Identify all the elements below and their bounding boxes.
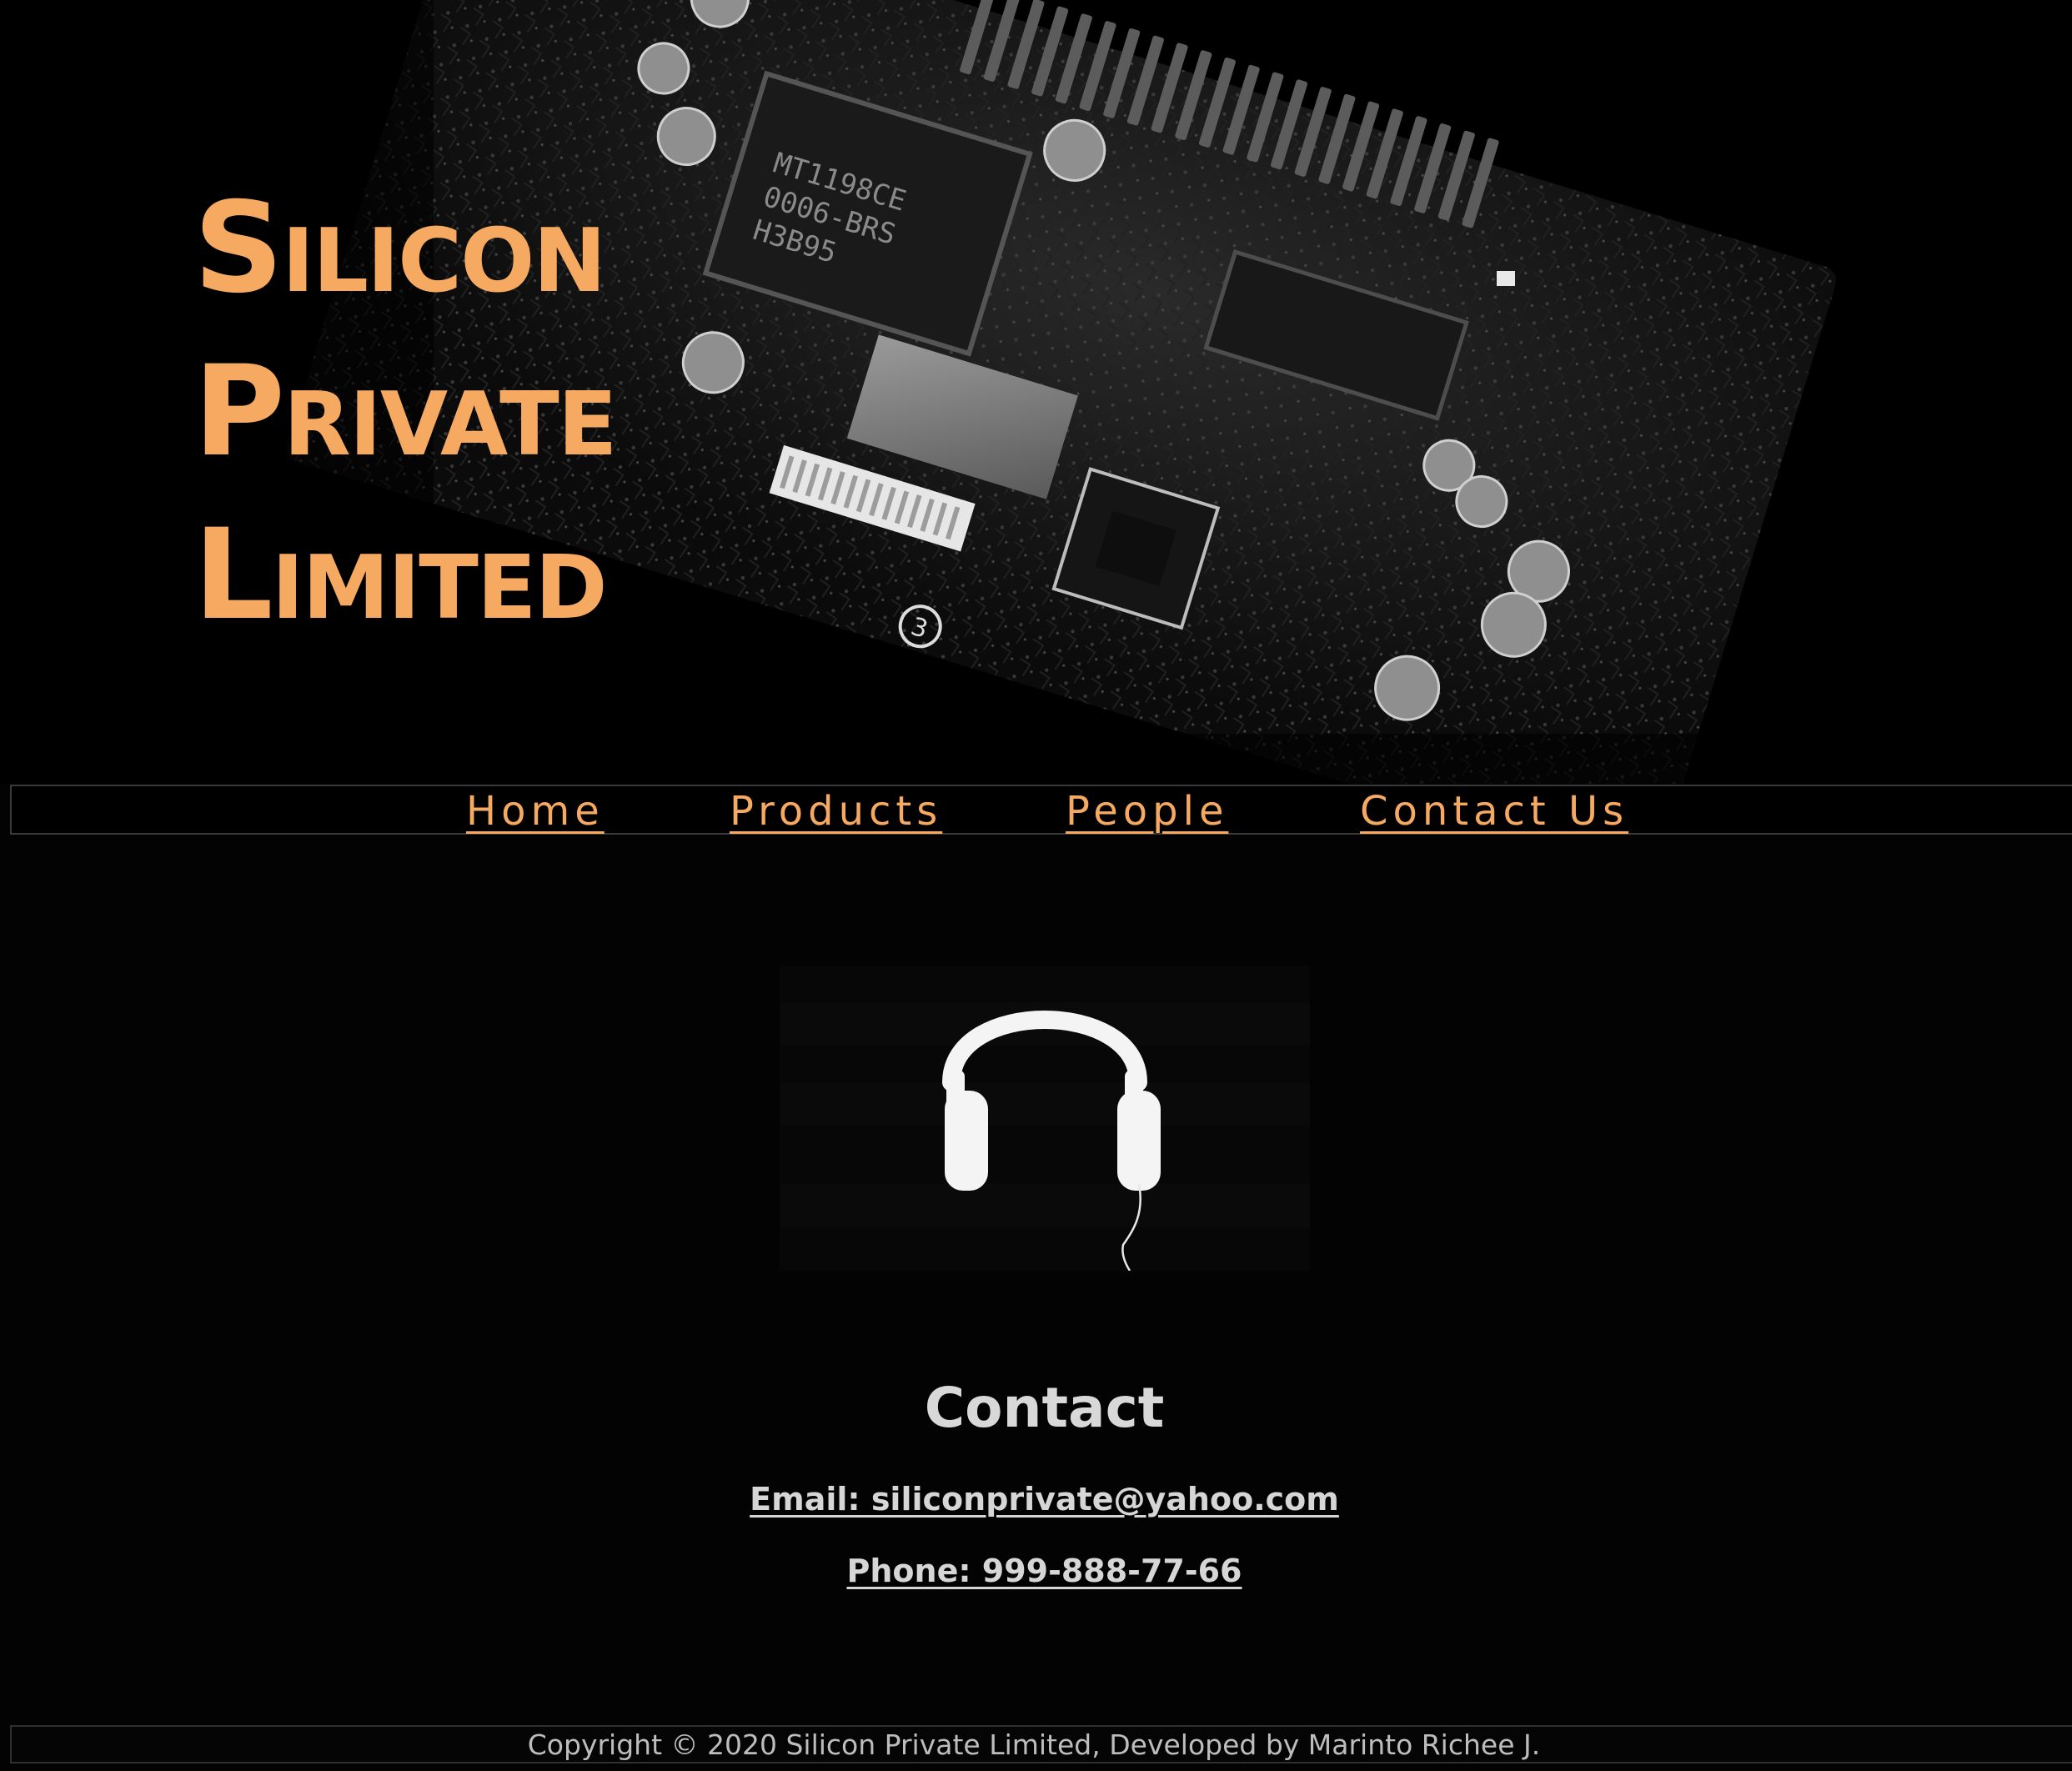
phone-line: Phone: 999-888-77-66 xyxy=(0,1549,2072,1593)
headphones-icon xyxy=(942,1011,1161,1271)
nav-link-people[interactable]: People xyxy=(1066,788,1228,835)
copyright-text: Copyright © 2020 Silicon Private Limited… xyxy=(527,1728,1541,1761)
site-title: Silicon Private Limited xyxy=(193,167,617,657)
phone-link[interactable]: Phone: 999-888-77-66 xyxy=(847,1553,1242,1589)
site-title-line: Limited xyxy=(193,503,608,648)
main-nav: Home Products People Contact Us xyxy=(10,785,2072,835)
page: MT1198CE 0006-BRS H3B95 3 Silicon Privat… xyxy=(0,0,2072,1771)
email-link[interactable]: Email: siliconprivate@yahoo.com xyxy=(750,1481,1339,1518)
nav-link-contact-us[interactable]: Contact Us xyxy=(1360,788,1628,835)
headphones-image xyxy=(780,966,1310,1271)
site-title-line: Private xyxy=(193,339,617,484)
nav-link-home[interactable]: Home xyxy=(466,788,605,835)
footer: Copyright © 2020 Silicon Private Limited… xyxy=(10,1725,2072,1763)
site-title-line: Silicon xyxy=(193,176,606,321)
email-line: Email: siliconprivate@yahoo.com xyxy=(0,1478,2072,1521)
nav-link-products[interactable]: Products xyxy=(730,788,942,835)
hero-banner: MT1198CE 0006-BRS H3B95 3 Silicon Privat… xyxy=(0,0,2072,784)
contact-heading: Contact xyxy=(924,1376,1165,1440)
